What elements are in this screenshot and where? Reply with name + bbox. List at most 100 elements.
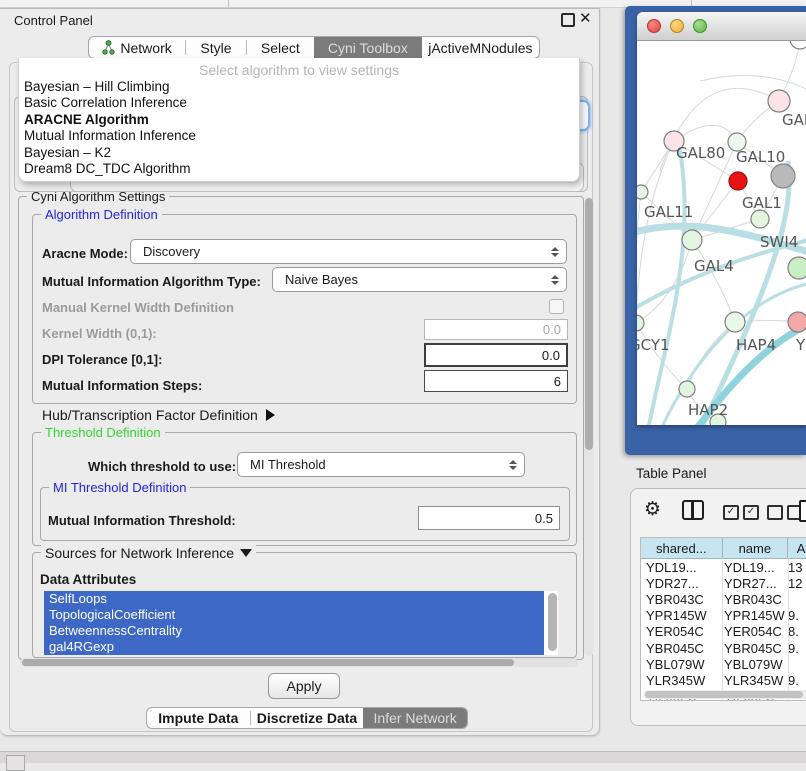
node-label-gcy1: GCY1 <box>637 336 670 354</box>
tab-select-label: Select <box>261 40 300 56</box>
cell: YDL19... <box>724 560 788 575</box>
node-label-gal11: GAL11 <box>644 203 693 221</box>
table-row[interactable]: YPR145W YPR145W 9. <box>641 608 806 624</box>
tab-select[interactable]: Select <box>247 37 314 58</box>
tab-network[interactable]: Network <box>89 37 185 58</box>
cell: 9. <box>788 673 806 688</box>
stepper-icon <box>509 460 517 470</box>
stepper-icon <box>551 275 559 285</box>
table-rows: YDL19... YDL19... 13 YDR27... YDR27... 1… <box>641 559 806 701</box>
dropdown-item-basic-correlation[interactable]: Basic Correlation Inference <box>19 95 579 111</box>
tab-infer-label: Infer Network <box>374 710 457 726</box>
stepper-icon <box>551 247 559 257</box>
node-label-hap2: HAP2 <box>688 401 728 419</box>
kernel-width-field[interactable]: 0.0 <box>424 319 568 340</box>
which-threshold-combo[interactable]: MI Threshold <box>237 452 525 477</box>
node-swi4 <box>788 257 806 279</box>
table-row[interactable]: YBL079W YBL079W <box>641 656 806 672</box>
which-threshold-value: MI Threshold <box>250 457 326 472</box>
which-threshold-label: Which threshold to use: <box>88 459 236 474</box>
tab-discretize-label: Discretize Data <box>257 710 357 726</box>
cell: YBL079W <box>724 657 788 672</box>
list-scrollbar[interactable] <box>548 593 557 651</box>
dropdown-item-aracne[interactable]: ARACNE Algorithm <box>19 112 579 128</box>
mi-steps-field[interactable]: 6 <box>424 370 568 392</box>
tab-discretize-data[interactable]: Discretize Data <box>251 708 364 728</box>
tab-jactivemnodules[interactable]: jActiveMNodules <box>422 37 539 58</box>
node-label-swi4: SWI4 <box>760 233 798 251</box>
table-row[interactable]: YLR345W YLR345W 9. <box>641 672 806 688</box>
node-gcy1 <box>637 315 644 331</box>
window-zoom-icon[interactable] <box>693 19 707 33</box>
close-icon[interactable]: ✕ <box>579 9 592 27</box>
dpi-tolerance-field[interactable]: 0.0 <box>424 343 568 367</box>
node-label-gal-partial: GAL <box>782 111 806 129</box>
function-builder-icon[interactable] <box>799 500 806 522</box>
tab-style[interactable]: Style <box>186 37 246 58</box>
node-label-gal1: GAL1 <box>742 194 782 212</box>
node-gal1 <box>751 210 769 228</box>
mi-threshold-label: Mutual Information Threshold: <box>48 513 236 528</box>
manual-kernel-checkbox[interactable] <box>549 299 564 314</box>
table-row[interactable]: YBR043C YBR043C <box>641 591 806 607</box>
cell: YLR345W <box>724 673 788 688</box>
checked-checkboxes-icon[interactable]: ✓✓ <box>723 505 759 520</box>
table-row[interactable]: YBR045C YBR045C 9. <box>641 640 806 656</box>
hub-definition-toggle[interactable]: Hub/Transcription Factor Definition <box>42 407 275 423</box>
node-label-gal4: GAL4 <box>694 257 734 275</box>
tab-impute-data[interactable]: Impute Data <box>147 708 250 728</box>
node-table: shared... name A YDL19... YDL19... 13 YD… <box>640 537 806 701</box>
cell: YDL19... <box>641 560 724 575</box>
cell: 12 <box>788 576 806 591</box>
network-window: GAL GAL80 GAL10 GAL11 GAL1 SWI4 GAL4 GCY… <box>637 12 806 425</box>
columns-icon[interactable] <box>682 500 704 520</box>
tab-jactivemnodules-label: jActiveMNodules <box>428 40 532 56</box>
window-close-icon[interactable] <box>647 19 661 33</box>
aracne-mode-label: Aracne Mode: <box>42 246 128 261</box>
table-panel: ⚙ ✓✓ shared... name A <box>630 488 806 726</box>
settings-hscrollbar[interactable] <box>20 658 578 667</box>
network-canvas[interactable]: GAL GAL80 GAL10 GAL11 GAL1 SWI4 GAL4 GCY… <box>637 41 806 425</box>
bottom-tab-bar: Impute Data Discretize Data Infer Networ… <box>146 707 468 729</box>
cell: YER054C <box>724 624 788 639</box>
list-item[interactable]: gal4RGexp <box>44 639 544 655</box>
table-row[interactable]: YDL19... YDL19... 13 <box>641 559 806 575</box>
float-icon[interactable] <box>561 13 575 27</box>
dropdown-item-bayesian-hill-climbing[interactable]: Bayesian – Hill Climbing <box>19 79 579 95</box>
settings-vscrollbar[interactable] <box>584 198 594 656</box>
cell: 9. <box>788 608 806 623</box>
mi-algorithm-type-combo[interactable]: Naive Bayes <box>272 267 567 292</box>
unchecked-checkboxes-icon[interactable] <box>767 505 803 520</box>
window-minimize-icon[interactable] <box>670 19 684 33</box>
dropdown-item-bayesian-k2[interactable]: Bayesian – K2 <box>19 145 579 161</box>
column-header-name[interactable]: name <box>723 538 789 558</box>
cell: 13 <box>788 560 806 575</box>
dropdown-item-dream8[interactable]: Dream8 DC_TDC Algorithm <box>19 161 579 177</box>
list-item[interactable]: TopologicalCoefficient <box>44 607 544 623</box>
manual-kernel-label: Manual Kernel Width Definition <box>42 300 234 315</box>
node-hap4 <box>725 312 745 332</box>
table-row[interactable]: YER054C YER054C 8. <box>641 624 806 640</box>
apply-button[interactable]: Apply <box>268 673 340 699</box>
list-item[interactable]: BetweennessCentrality <box>44 623 544 639</box>
cell: 9. <box>788 641 806 656</box>
tab-cyni-toolbox[interactable]: Cyni Toolbox <box>314 37 422 58</box>
dropdown-item-mutual-information[interactable]: Mutual Information Inference <box>19 128 579 144</box>
mini-panel-icon[interactable] <box>6 755 25 771</box>
aracne-mode-combo[interactable]: Discovery <box>130 239 567 264</box>
mi-threshold-field[interactable]: 0.5 <box>418 506 560 530</box>
table-row[interactable]: YDR27... YDR27... 12 <box>641 575 806 591</box>
data-attributes-list[interactable]: SelfLoops TopologicalCoefficient Between… <box>44 591 558 655</box>
column-header-partial[interactable]: A <box>788 538 806 558</box>
list-item[interactable]: SelfLoops <box>44 591 544 607</box>
node <box>790 41 806 49</box>
tab-cyni-toolbox-label: Cyni Toolbox <box>328 40 408 56</box>
panel-tab-bar: Network Style Select Cyni Toolbox jActiv… <box>88 36 540 59</box>
tab-infer-network[interactable]: Infer Network <box>363 708 467 728</box>
chevron-right-icon <box>266 409 275 421</box>
gear-icon[interactable]: ⚙ <box>644 498 661 521</box>
network-window-titlebar[interactable] <box>637 12 806 41</box>
sources-title[interactable]: Sources for Network Inference <box>41 545 256 561</box>
column-header-shared-name[interactable]: shared... <box>641 538 723 558</box>
table-hscrollbar[interactable] <box>643 690 806 699</box>
